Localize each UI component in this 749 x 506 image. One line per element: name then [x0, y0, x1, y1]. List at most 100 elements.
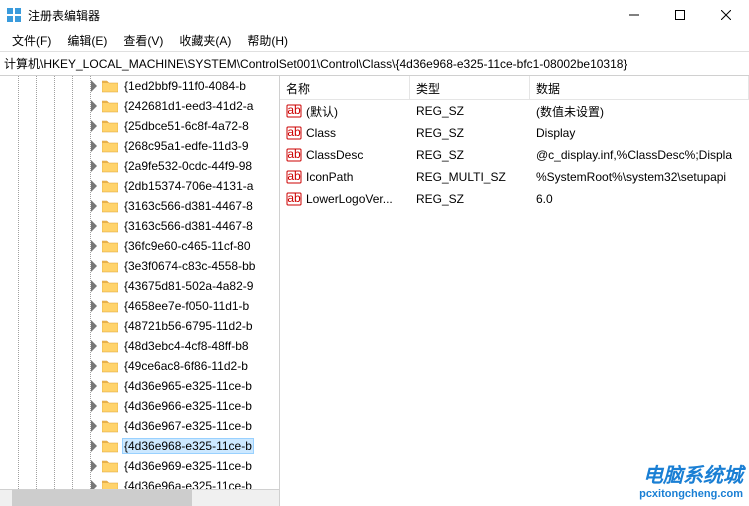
- chevron-right-icon[interactable]: [88, 300, 100, 312]
- list-row[interactable]: abClassDescREG_SZ@c_display.inf,%ClassDe…: [280, 144, 749, 166]
- tree-item-label: {3163c566-d381-4467-8: [122, 218, 255, 234]
- tree-item[interactable]: {1ed2bbf9-11f0-4084-b: [0, 76, 279, 96]
- tree-item[interactable]: {2a9fe532-0cdc-44f9-98: [0, 156, 279, 176]
- close-button[interactable]: [703, 0, 749, 30]
- folder-icon: [102, 219, 118, 233]
- value-data: (数值未设置): [536, 103, 604, 120]
- tree-item[interactable]: {4d36e96a-e325-11ce-b: [0, 476, 279, 489]
- column-name[interactable]: 名称: [280, 76, 410, 99]
- minimize-button[interactable]: [611, 0, 657, 30]
- main-split: {1ed2bbf9-11f0-4084-b {242681d1-eed3-41d2…: [0, 76, 749, 506]
- tree-item-label: {4d36e968-e325-11ce-b: [122, 438, 254, 454]
- folder-icon: [102, 159, 118, 173]
- chevron-right-icon[interactable]: [88, 440, 100, 452]
- tree-item[interactable]: {4d36e965-e325-11ce-b: [0, 376, 279, 396]
- folder-icon: [102, 239, 118, 253]
- app-icon: [6, 7, 22, 23]
- addressbar[interactable]: 计算机\HKEY_LOCAL_MACHINE\SYSTEM\ControlSet…: [0, 52, 749, 76]
- folder-icon: [102, 279, 118, 293]
- chevron-right-icon[interactable]: [88, 320, 100, 332]
- tree-item[interactable]: {4d36e966-e325-11ce-b: [0, 396, 279, 416]
- tree-item[interactable]: {49ce6ac8-6f86-11d2-b: [0, 356, 279, 376]
- chevron-right-icon[interactable]: [88, 180, 100, 192]
- menu-item[interactable]: 帮助(H): [239, 30, 296, 51]
- maximize-button[interactable]: [657, 0, 703, 30]
- list-pane: 名称 类型 数据 ab(默认)REG_SZ(数值未设置)abClassREG_S…: [280, 76, 749, 506]
- value-name: Class: [306, 126, 336, 140]
- value-data: %SystemRoot%\system32\setupapi: [536, 170, 726, 184]
- chevron-right-icon[interactable]: [88, 160, 100, 172]
- folder-icon: [102, 359, 118, 373]
- menu-item[interactable]: 收藏夹(A): [171, 30, 239, 51]
- tree-item-label: {48d3ebc4-4cf8-48ff-b8: [122, 338, 251, 354]
- string-value-icon: ab: [286, 147, 302, 163]
- chevron-right-icon[interactable]: [88, 400, 100, 412]
- chevron-right-icon[interactable]: [88, 140, 100, 152]
- list-row[interactable]: abIconPathREG_MULTI_SZ%SystemRoot%\syste…: [280, 166, 749, 188]
- chevron-right-icon[interactable]: [88, 80, 100, 92]
- chevron-right-icon[interactable]: [88, 480, 100, 489]
- tree-item-label: {3163c566-d381-4467-8: [122, 198, 255, 214]
- chevron-right-icon[interactable]: [88, 380, 100, 392]
- tree-item-label: {3e3f0674-c83c-4558-bb: [122, 258, 257, 274]
- svg-text:ab: ab: [287, 103, 301, 117]
- list-row[interactable]: ab(默认)REG_SZ(数值未设置): [280, 100, 749, 122]
- tree-item[interactable]: {4658ee7e-f050-11d1-b: [0, 296, 279, 316]
- svg-text:ab: ab: [287, 147, 301, 161]
- folder-icon: [102, 179, 118, 193]
- tree-item[interactable]: {4d36e969-e325-11ce-b: [0, 456, 279, 476]
- menu-item[interactable]: 文件(F): [4, 30, 59, 51]
- value-type: REG_SZ: [416, 148, 464, 162]
- tree-item[interactable]: {268c95a1-edfe-11d3-9: [0, 136, 279, 156]
- address-text: 计算机\HKEY_LOCAL_MACHINE\SYSTEM\ControlSet…: [4, 55, 627, 72]
- menubar: 文件(F)编辑(E)查看(V)收藏夹(A)帮助(H): [0, 30, 749, 52]
- tree-item[interactable]: {48d3ebc4-4cf8-48ff-b8: [0, 336, 279, 356]
- chevron-right-icon[interactable]: [88, 220, 100, 232]
- window-controls: [611, 0, 749, 30]
- chevron-right-icon[interactable]: [88, 420, 100, 432]
- value-name: IconPath: [306, 170, 353, 184]
- chevron-right-icon[interactable]: [88, 280, 100, 292]
- chevron-right-icon[interactable]: [88, 360, 100, 372]
- tree-item[interactable]: {4d36e968-e325-11ce-b: [0, 436, 279, 456]
- value-data: Display: [536, 126, 575, 140]
- value-type: REG_SZ: [416, 104, 464, 118]
- chevron-right-icon[interactable]: [88, 120, 100, 132]
- tree-item-label: {1ed2bbf9-11f0-4084-b: [122, 78, 248, 94]
- folder-icon: [102, 419, 118, 433]
- list-row[interactable]: abClassREG_SZDisplay: [280, 122, 749, 144]
- tree-item[interactable]: {2db15374-706e-4131-a: [0, 176, 279, 196]
- chevron-right-icon[interactable]: [88, 200, 100, 212]
- chevron-right-icon[interactable]: [88, 240, 100, 252]
- tree-item[interactable]: {43675d81-502a-4a82-9: [0, 276, 279, 296]
- chevron-right-icon[interactable]: [88, 260, 100, 272]
- tree-item[interactable]: {242681d1-eed3-41d2-a: [0, 96, 279, 116]
- tree-item[interactable]: {4d36e967-e325-11ce-b: [0, 416, 279, 436]
- tree-item-label: {4d36e967-e325-11ce-b: [122, 418, 254, 434]
- value-type: REG_SZ: [416, 126, 464, 140]
- tree-item[interactable]: {25dbce51-6c8f-4a72-8: [0, 116, 279, 136]
- folder-icon: [102, 479, 118, 489]
- tree-item[interactable]: {3e3f0674-c83c-4558-bb: [0, 256, 279, 276]
- scrollbar-thumb[interactable]: [12, 490, 192, 506]
- tree-item[interactable]: {3163c566-d381-4467-8: [0, 216, 279, 236]
- chevron-right-icon[interactable]: [88, 340, 100, 352]
- string-value-icon: ab: [286, 103, 302, 119]
- tree-hscrollbar[interactable]: [0, 489, 279, 506]
- chevron-right-icon[interactable]: [88, 460, 100, 472]
- value-type: REG_MULTI_SZ: [416, 170, 506, 184]
- tree-item-label: {4d36e966-e325-11ce-b: [122, 398, 254, 414]
- chevron-right-icon[interactable]: [88, 100, 100, 112]
- column-type[interactable]: 类型: [410, 76, 530, 99]
- value-name: ClassDesc: [306, 148, 363, 162]
- folder-icon: [102, 379, 118, 393]
- tree-item-label: {49ce6ac8-6f86-11d2-b: [122, 358, 250, 374]
- menu-item[interactable]: 编辑(E): [59, 30, 115, 51]
- tree-item[interactable]: {48721b56-6795-11d2-b: [0, 316, 279, 336]
- list-row[interactable]: abLowerLogoVer...REG_SZ6.0: [280, 188, 749, 210]
- list-header: 名称 类型 数据: [280, 76, 749, 100]
- tree-item[interactable]: {36fc9e60-c465-11cf-80: [0, 236, 279, 256]
- menu-item[interactable]: 查看(V): [115, 30, 171, 51]
- tree-item[interactable]: {3163c566-d381-4467-8: [0, 196, 279, 216]
- column-data[interactable]: 数据: [530, 76, 749, 99]
